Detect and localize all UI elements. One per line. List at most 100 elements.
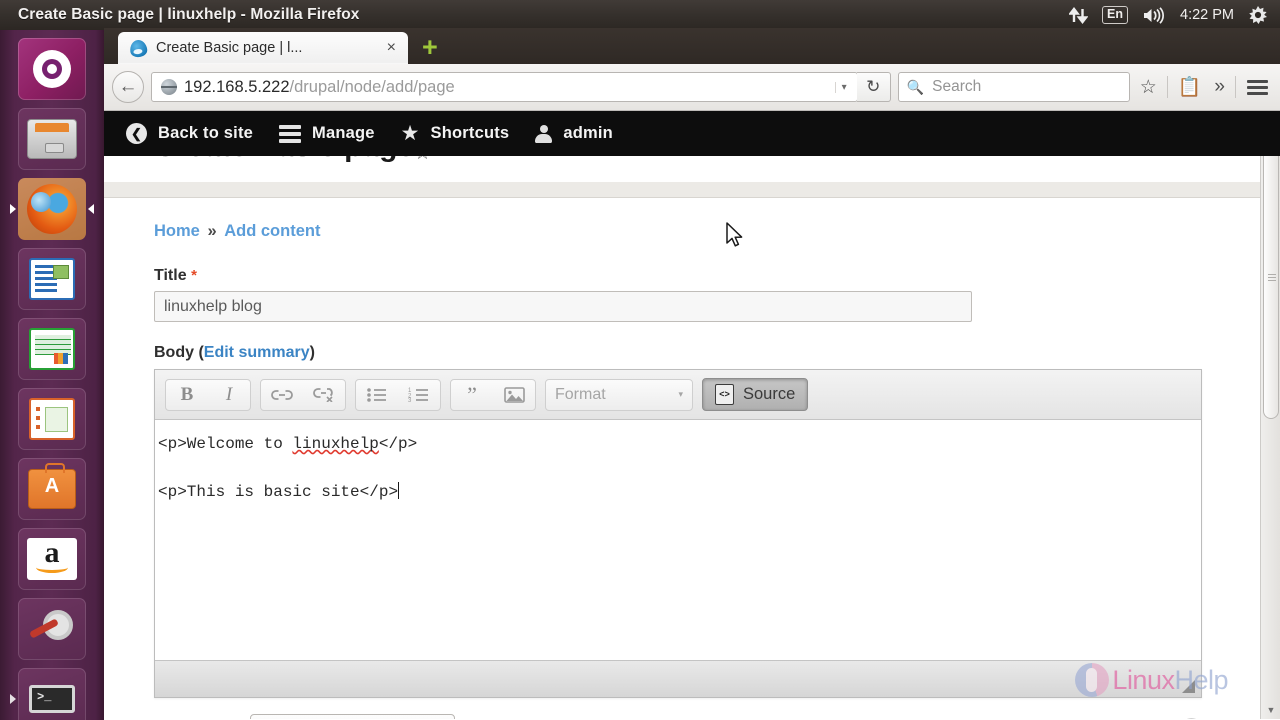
search-input[interactable]: Search (932, 78, 981, 96)
italic-button[interactable]: I (208, 380, 250, 410)
clock[interactable]: 4:22 PM (1180, 7, 1234, 23)
toolbar-user-label: admin (563, 124, 613, 142)
url-host: 192.168.5.222 (184, 77, 290, 96)
breadcrumb: Home » Add content (154, 198, 1280, 241)
impress-icon (29, 398, 75, 440)
scrollbar-grip (1268, 274, 1276, 282)
toolbar-manage[interactable]: Manage (273, 124, 395, 143)
help-icon[interactable]: ? (1181, 718, 1202, 719)
star-icon[interactable]: ☆ (1137, 76, 1160, 99)
ubuntu-logo-icon (33, 50, 71, 88)
source-blank-line (158, 456, 1201, 480)
scrollbar-thumb[interactable] (1263, 137, 1279, 419)
drupal-droplet-icon (128, 38, 149, 58)
screen: Create Basic page | linuxhelp - Mozilla … (0, 0, 1280, 720)
launcher-item-ubuntu-dash[interactable] (9, 36, 95, 102)
format-dropdown-value: Format (555, 385, 606, 403)
breadcrumb-add-content[interactable]: Add content (224, 222, 320, 240)
launcher-item-terminal[interactable] (9, 666, 95, 720)
format-dropdown[interactable]: Format ▾ (545, 378, 693, 411)
paren-close: ) (309, 344, 315, 361)
browser-tab[interactable]: Create Basic page | l... × (118, 32, 408, 64)
back-button[interactable]: ← (112, 71, 144, 103)
source-line1-prefix: <p>Welcome to (158, 435, 293, 453)
resize-grip[interactable] (1182, 680, 1195, 693)
source-line-2: <p>This is basic site</p> (158, 480, 1201, 504)
search-icon: 🔍 (906, 78, 925, 95)
launcher-item-libreoffice-calc[interactable] (9, 316, 95, 382)
files-icon (27, 119, 77, 159)
source-code-icon: <> (715, 384, 734, 405)
back-circle-icon: ❮ (126, 123, 147, 144)
unlink-button[interactable] (303, 380, 345, 410)
writer-icon (29, 258, 75, 300)
launcher-item-amazon[interactable] (9, 526, 95, 592)
page-title: Create Basic page (154, 156, 414, 164)
user-icon (535, 124, 553, 143)
bullet-list-button[interactable] (356, 380, 398, 410)
list-group: 1 2 3 (355, 378, 441, 411)
source-textarea[interactable]: <p>Welcome to linuxhelp</p> <p>This is b… (155, 420, 1201, 660)
navigation-toolbar: ← 192.168.5.222/drupal/node/add/page ▾ ↻… (104, 64, 1280, 111)
toolbar-divider (1235, 76, 1236, 98)
launcher-item-libreoffice-impress[interactable] (9, 386, 95, 452)
unity-launcher (0, 30, 104, 720)
hamburger-menu-icon[interactable] (1243, 79, 1272, 95)
window-title: Create Basic page | linuxhelp - Mozilla … (18, 6, 360, 23)
keyboard-layout-indicator[interactable]: En (1102, 6, 1128, 24)
amazon-icon (27, 536, 77, 580)
link-button[interactable] (261, 380, 303, 410)
breadcrumb-separator: » (207, 222, 217, 240)
search-bar[interactable]: 🔍 Search (897, 72, 1130, 102)
numbered-list-button[interactable]: 1 2 3 (398, 380, 440, 410)
breadcrumb-home[interactable]: Home (154, 222, 200, 240)
misspelled-word: linuxhelp (292, 435, 379, 453)
drupal-admin-toolbar: ❮ Back to site Manage ★ Shortcuts admin (104, 111, 1280, 156)
toolbar-user-admin[interactable]: admin (529, 124, 633, 143)
star-outline-icon[interactable]: ☆ (414, 156, 431, 165)
url-text: 192.168.5.222/drupal/node/add/page (184, 78, 828, 97)
image-button[interactable] (493, 380, 535, 410)
source-button[interactable]: <> Source (702, 378, 809, 411)
page-viewport: ❮ Back to site Manage ★ Shortcuts admin … (104, 111, 1280, 719)
firefox-icon (27, 184, 77, 234)
chevron-down-icon[interactable]: ▾ (834, 81, 853, 93)
toolbar-divider (1166, 76, 1168, 98)
overflow-chevrons-icon[interactable]: » (1211, 76, 1228, 98)
new-tab-button[interactable]: + (422, 34, 438, 61)
launcher-item-software-center[interactable] (9, 456, 95, 522)
gear-power-icon[interactable] (1248, 5, 1268, 25)
url-bar[interactable]: 192.168.5.222/drupal/node/add/page ▾ (151, 72, 858, 102)
tab-bar: Create Basic page | l... × + (104, 28, 1280, 64)
launcher-item-files[interactable] (9, 106, 95, 172)
close-icon[interactable]: × (383, 40, 400, 56)
title-input[interactable] (154, 291, 972, 322)
title-field-label: Title * (154, 267, 1280, 285)
calc-icon (29, 328, 75, 370)
bold-button[interactable]: B (166, 380, 208, 410)
tab-title: Create Basic page | l... (156, 40, 303, 56)
network-updown-icon[interactable] (1069, 6, 1089, 24)
scroll-down-button[interactable]: ▼ (1261, 701, 1280, 719)
volume-icon[interactable] (1142, 6, 1166, 24)
required-marker: * (191, 267, 197, 284)
edit-summary-link[interactable]: Edit summary (204, 344, 310, 361)
page-scrollbar[interactable]: ▲ ▼ (1260, 111, 1280, 719)
ubuntu-top-panel: Create Basic page | linuxhelp - Mozilla … (0, 0, 1280, 30)
link-group (260, 378, 346, 411)
toolbar-shortcuts[interactable]: ★ Shortcuts (395, 123, 530, 144)
page-title-clipped: Create Basic page ☆ (104, 156, 1280, 182)
text-format-select[interactable]: Basic HTML ▲▼ (249, 714, 455, 719)
text-caret (398, 482, 400, 499)
hamburger-icon (279, 124, 302, 143)
launcher-item-firefox[interactable] (9, 176, 95, 242)
library-icon[interactable]: 📋 (1175, 75, 1205, 99)
source-line1-suffix: </p> (378, 435, 418, 453)
reload-button[interactable]: ↻ (856, 72, 891, 102)
toolbar-back-to-site[interactable]: ❮ Back to site (120, 123, 273, 144)
launcher-item-libreoffice-writer[interactable] (9, 246, 95, 312)
blockquote-button[interactable]: ” (451, 380, 493, 410)
firefox-window: Create Basic page | l... × + ← 192.168.5… (104, 28, 1280, 720)
toolbar-manage-label: Manage (312, 124, 375, 142)
launcher-item-system-settings[interactable] (9, 596, 95, 662)
